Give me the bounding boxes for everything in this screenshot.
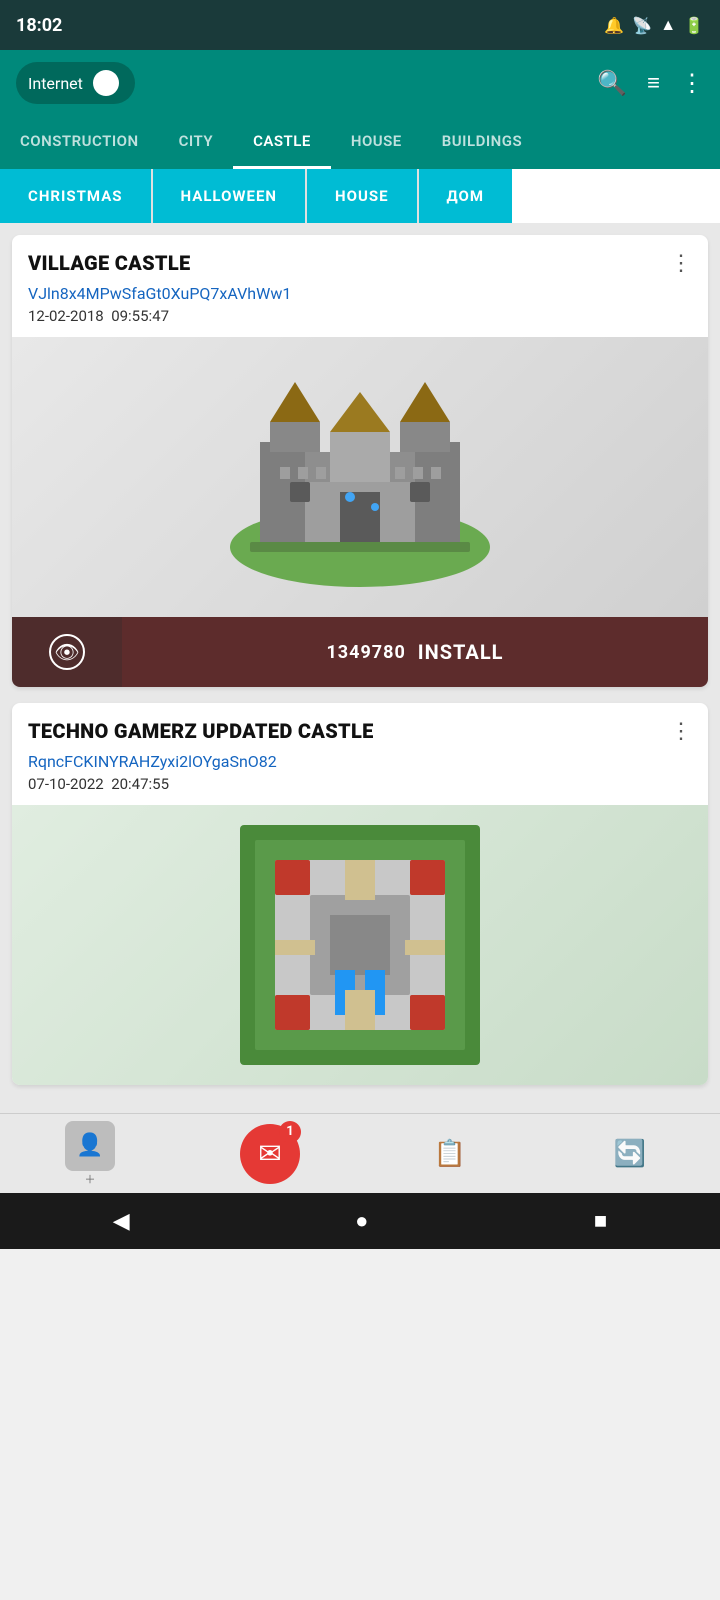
nav-inbox[interactable]: ✉ 1 <box>235 1119 305 1189</box>
card-title-1: VILLAGE CASTLE <box>28 251 190 275</box>
status-time: 18:02 <box>16 15 62 36</box>
eye-icon-1: 👁 <box>49 634 85 670</box>
card-village-castle: VILLAGE CASTLE ⋮ VJln8x4MPwSfaGt0XuPQ7xA… <box>12 235 708 687</box>
card-date-1: 12-02-2018 09:55:47 <box>12 307 708 337</box>
nav-clipboard[interactable]: 📋 <box>415 1119 485 1189</box>
cast-icon: 📡 <box>632 16 652 35</box>
top-actions: 🔍 ≡ ⋮ <box>597 69 704 97</box>
tab-house[interactable]: HOUSE <box>331 116 422 169</box>
battery-icon: 🔋 <box>684 16 704 35</box>
more-options-icon[interactable]: ⋮ <box>680 69 704 97</box>
internet-toggle-label: Internet <box>28 74 83 93</box>
wifi-icon: ▲ <box>660 15 676 35</box>
filter-dom[interactable]: ДОМ <box>419 169 512 223</box>
android-recent-button[interactable]: ■ <box>594 1208 607 1234</box>
card-more-icon-2[interactable]: ⋮ <box>670 719 692 744</box>
internet-toggle[interactable]: Internet <box>16 62 135 104</box>
card-header-2: TECHNO GAMERZ UPDATED CASTLE ⋮ <box>12 703 708 752</box>
card-link-1[interactable]: VJln8x4MPwSfaGt0XuPQ7xAVhWw1 <box>12 284 708 307</box>
install-count-1: 1349780 <box>326 642 405 663</box>
add-user-icon: 👤 <box>65 1121 115 1171</box>
card-link-2[interactable]: RqncFCKINYRAHZyxi2lOYgaSnO82 <box>12 752 708 775</box>
inbox-badge: 1 <box>279 1121 301 1143</box>
nav-tabs: CONSTRUCTION CITY CASTLE HOUSE BUILDINGS <box>0 116 720 169</box>
search-icon[interactable]: 🔍 <box>597 69 627 97</box>
card-techno-castle: TECHNO GAMERZ UPDATED CASTLE ⋮ RqncFCKIN… <box>12 703 708 1085</box>
card-actions-1: 👁 1349780 INSTALL <box>12 617 708 687</box>
view-button-1[interactable]: 👁 <box>12 617 122 687</box>
refresh-icon: 🔄 <box>614 1139 646 1169</box>
card-image-2 <box>12 805 708 1085</box>
filter-icon[interactable]: ≡ <box>647 70 660 96</box>
android-home-button[interactable]: ● <box>355 1208 368 1234</box>
tab-buildings[interactable]: BUILDINGS <box>422 116 542 169</box>
nav-refresh[interactable]: 🔄 <box>595 1119 665 1189</box>
card-more-icon-1[interactable]: ⋮ <box>670 251 692 276</box>
install-button-1[interactable]: 1349780 INSTALL <box>122 617 708 687</box>
tab-city[interactable]: CITY <box>159 116 233 169</box>
bottom-nav: 👤 ＋ ✉ 1 📋 🔄 <box>0 1113 720 1193</box>
content-area: VILLAGE CASTLE ⋮ VJln8x4MPwSfaGt0XuPQ7xA… <box>0 223 720 1113</box>
filter-christmas[interactable]: CHRISTMAS <box>0 169 153 223</box>
android-back-button[interactable]: ◀ <box>113 1209 130 1234</box>
card-title-2: TECHNO GAMERZ UPDATED CASTLE <box>28 719 374 743</box>
tab-castle[interactable]: CASTLE <box>233 116 331 169</box>
tab-construction[interactable]: CONSTRUCTION <box>0 116 159 169</box>
castle-svg-1 <box>200 352 520 602</box>
status-bar: 18:02 🔔 📡 ▲ 🔋 <box>0 0 720 50</box>
android-nav: ◀ ● ■ <box>0 1193 720 1249</box>
castle-svg-2 <box>220 815 500 1075</box>
nav-add-icon: ＋ <box>85 1171 96 1187</box>
alert-icon: 🔔 <box>604 16 624 35</box>
card-image-1 <box>12 337 708 617</box>
toggle-circle <box>93 70 119 96</box>
card-date-2: 07-10-2022 20:47:55 <box>12 775 708 805</box>
status-icons: 🔔 📡 ▲ 🔋 <box>604 15 704 35</box>
card-header-1: VILLAGE CASTLE ⋮ <box>12 235 708 284</box>
filter-halloween[interactable]: HALLOWEEN <box>153 169 308 223</box>
nav-add-user[interactable]: 👤 ＋ <box>55 1119 125 1189</box>
clipboard-icon: 📋 <box>434 1139 466 1169</box>
filter-house[interactable]: HOUSE <box>307 169 419 223</box>
install-label-1: INSTALL <box>418 640 504 664</box>
filter-tags: CHRISTMAS HALLOWEEN HOUSE ДОМ <box>0 169 720 223</box>
top-bar: Internet 🔍 ≡ ⋮ <box>0 50 720 116</box>
